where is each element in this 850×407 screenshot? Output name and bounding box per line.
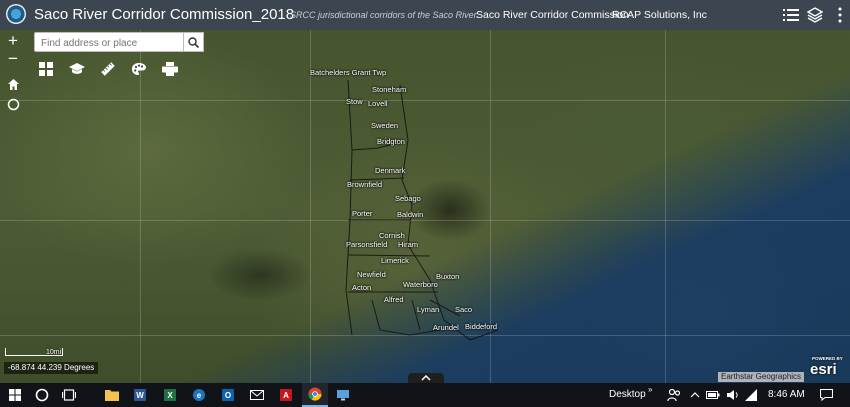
town-label: Cornish [379, 231, 405, 240]
file-explorer-icon[interactable] [100, 383, 124, 407]
home-icon[interactable] [4, 75, 22, 93]
town-label: Baldwin [397, 210, 424, 219]
basemap-gallery-icon[interactable] [34, 58, 58, 80]
battery-icon[interactable] [705, 383, 721, 407]
search-icon [188, 36, 199, 48]
town-label: Bridgton [377, 137, 405, 146]
town-label: Denmark [375, 166, 406, 175]
town-label: Waterboro [403, 280, 438, 289]
more-options-icon[interactable] [830, 5, 850, 25]
town-label: Sweden [371, 121, 399, 130]
chevron-double-right-icon[interactable]: » [648, 385, 652, 394]
show-hidden-icons-chevron-icon[interactable] [688, 383, 702, 407]
search-input[interactable] [35, 34, 183, 53]
windows-start-icon[interactable] [2, 383, 28, 407]
search-field-container [34, 32, 184, 53]
map-attribution: Earthstar Geographics [718, 372, 805, 382]
town-label: Parsonsfield [346, 240, 388, 249]
search-button[interactable] [184, 32, 204, 52]
coordinate-readout: -68.874 44.239 Degrees [4, 362, 99, 374]
town-label: Brownfield [347, 180, 383, 189]
graduation-cap-icon[interactable] [65, 58, 89, 80]
chrome-icon[interactable] [302, 383, 328, 407]
esri-logo[interactable]: esri [810, 361, 837, 378]
taskbar-clock[interactable]: 8:46 AM [768, 389, 805, 400]
desktop-toolbar-label[interactable]: Desktop [609, 389, 646, 400]
town-label: Biddeford [465, 322, 498, 331]
action-center-icon[interactable] [816, 383, 836, 407]
link-saco-river-corridor-commission[interactable]: Saco River Corridor Commission [476, 9, 629, 21]
town-label: Lyman [417, 305, 440, 314]
town-label: Hiram [398, 240, 418, 249]
list-icon[interactable] [781, 5, 801, 25]
remote-desktop-icon[interactable] [331, 383, 355, 407]
app-title: Saco River Corridor Commission_2018 [34, 6, 295, 23]
chevron-up-icon [421, 375, 431, 381]
srcc-logo-icon [6, 4, 26, 24]
locate-icon[interactable] [4, 95, 22, 113]
task-view-icon[interactable] [57, 383, 81, 407]
word-icon[interactable]: W [128, 383, 152, 407]
mail-icon[interactable] [245, 383, 269, 407]
town-label: Sebago [395, 194, 421, 203]
town-label: Batchelders Grant Twp [310, 68, 387, 77]
town-label: Alfred [384, 295, 404, 304]
outlook-icon[interactable]: O [216, 383, 240, 407]
town-boundaries [345, 79, 499, 341]
town-label: Stow [346, 97, 363, 106]
town-label: Limerick [381, 256, 409, 265]
town-label: Stoneham [372, 85, 407, 94]
scale-label: 10mi [46, 349, 62, 356]
zoom-in-button[interactable]: + [4, 31, 22, 50]
town-label: Porter [352, 209, 373, 218]
measure-ruler-icon[interactable] [96, 58, 120, 80]
people-icon[interactable] [664, 383, 684, 407]
print-icon[interactable] [158, 58, 182, 80]
zoom-out-button[interactable]: − [4, 49, 22, 68]
cortana-search-icon[interactable] [30, 383, 54, 407]
palette-icon[interactable] [127, 58, 151, 80]
windows-taskbar: W X e O A Desktop » 8:46 AM [0, 383, 850, 407]
town-label: Saco [455, 305, 473, 314]
town-label: Arundel [433, 323, 459, 332]
link-rcap-solutions[interactable]: RCAP Solutions, Inc [612, 9, 707, 21]
collapse-panel-button[interactable] [408, 373, 444, 383]
coordinates-text: -68.874 44.239 Degrees [8, 363, 95, 372]
edge-icon[interactable]: e [187, 383, 211, 407]
network-icon[interactable] [743, 383, 759, 407]
map-view[interactable]: Batchelders Grant Twp Stoneham Stow Love… [0, 30, 850, 383]
app-subtitle: SRCC jurisdictional corridors of the Sac… [290, 10, 479, 20]
town-label: Buxton [436, 272, 460, 281]
title-bar: Saco River Corridor Commission_2018 SRCC… [0, 0, 850, 30]
volume-icon[interactable] [724, 383, 740, 407]
acrobat-icon[interactable]: A [274, 383, 298, 407]
layers-icon[interactable] [805, 5, 825, 25]
town-label: Lovell [368, 99, 388, 108]
town-label: Acton [352, 283, 372, 292]
town-label: Newfield [357, 270, 386, 279]
excel-icon[interactable]: X [158, 383, 182, 407]
